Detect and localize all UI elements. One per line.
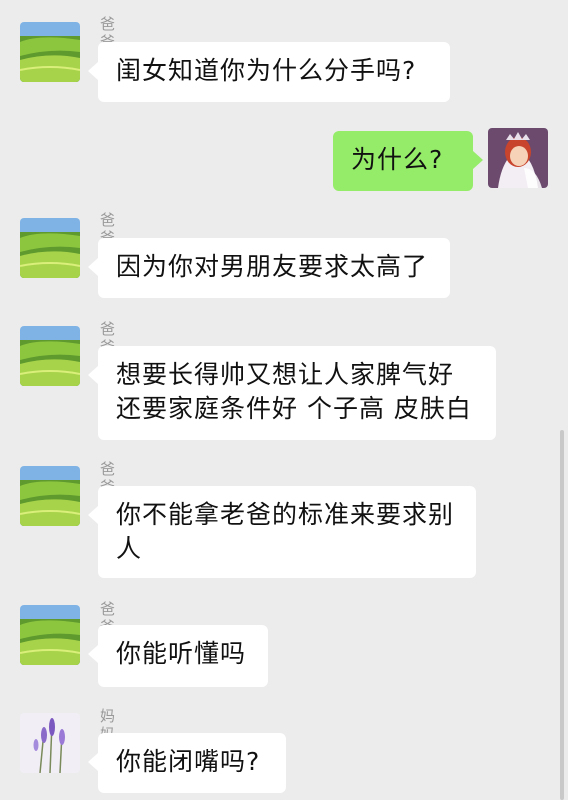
- green-field-avatar-icon[interactable]: [20, 218, 80, 278]
- green-field-avatar-icon[interactable]: [20, 326, 80, 386]
- message-text-line: 你不能拿老爸的标准来要求别: [116, 500, 455, 529]
- message-text-line: 想要长得帅又想让人家脾气好: [116, 360, 455, 389]
- message-text-line: 还要家庭条件好 个子高 皮肤白: [116, 394, 472, 423]
- message-text: 你能听懂吗: [116, 639, 247, 668]
- message-text: 闺女知道你为什么分手吗?: [116, 56, 417, 85]
- message-bubble[interactable]: 闺女知道你为什么分手吗?: [88, 42, 450, 102]
- lavender-avatar-icon[interactable]: [20, 713, 80, 773]
- princess-avatar-icon[interactable]: [488, 128, 548, 188]
- message-bubble[interactable]: 你不能拿老爸的标准来要求别 人: [88, 486, 476, 578]
- message-bubble[interactable]: 你能听懂吗: [88, 625, 268, 687]
- green-field-avatar-icon[interactable]: [20, 605, 80, 665]
- message-text: 为什么?: [351, 145, 444, 174]
- green-field-avatar-icon[interactable]: [20, 466, 80, 526]
- message-bubble[interactable]: 你能闭嘴吗?: [88, 733, 286, 793]
- scrollbar[interactable]: [560, 430, 564, 800]
- message-text-line: 人: [116, 534, 143, 563]
- message-bubble[interactable]: 因为你对男朋友要求太高了: [88, 238, 450, 298]
- message-text: 因为你对男朋友要求太高了: [116, 252, 429, 281]
- green-field-avatar-icon[interactable]: [20, 22, 80, 82]
- chat-window: 爸爸 闺女知道你为什么分手吗? 为什么?: [0, 0, 568, 800]
- message-text: 你能闭嘴吗?: [116, 747, 261, 776]
- message-bubble[interactable]: 为什么?: [333, 131, 483, 191]
- message-bubble[interactable]: 想要长得帅又想让人家脾气好 还要家庭条件好 个子高 皮肤白: [88, 346, 496, 440]
